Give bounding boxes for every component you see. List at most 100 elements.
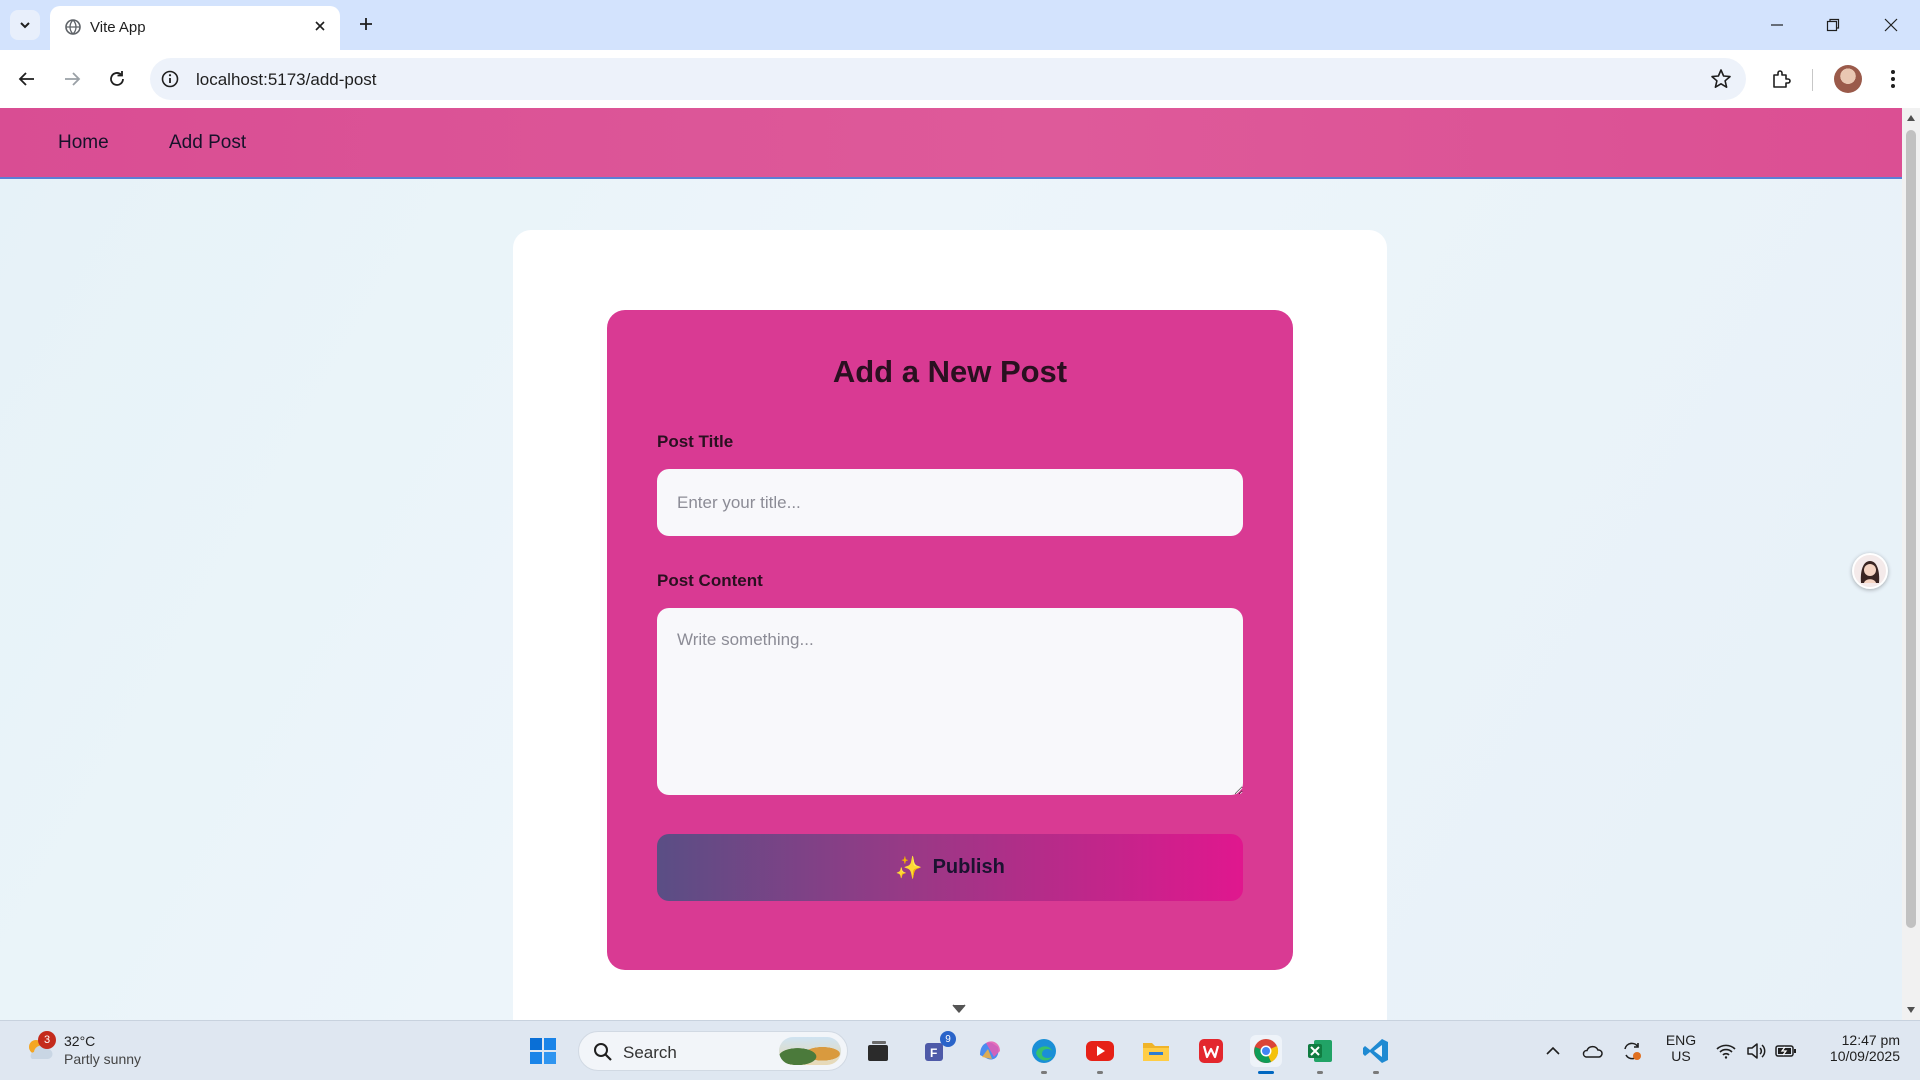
excel-icon bbox=[1308, 1040, 1332, 1062]
onedrive-button[interactable] bbox=[1580, 1039, 1604, 1063]
url-text[interactable]: localhost:5173/add-post bbox=[196, 70, 377, 90]
page-viewport: Home Add Post Add a New Post Post Title … bbox=[0, 108, 1902, 1020]
scroll-down-arrow-icon[interactable] bbox=[1905, 1004, 1917, 1016]
copilot-icon bbox=[980, 1041, 1000, 1060]
excel-app-button[interactable] bbox=[1304, 1035, 1336, 1074]
battery-charging-icon bbox=[1775, 1045, 1796, 1057]
browser-menu-button[interactable] bbox=[1878, 64, 1908, 94]
girl-avatar-icon bbox=[1860, 561, 1880, 583]
chrome-app-button[interactable] bbox=[1250, 1035, 1282, 1074]
close-icon bbox=[1884, 18, 1898, 32]
wifi-icon bbox=[1716, 1044, 1736, 1059]
bookmark-star-icon[interactable] bbox=[1710, 68, 1732, 95]
search-label: Search bbox=[623, 1043, 677, 1062]
post-title-label: Post Title bbox=[657, 432, 734, 451]
restore-button[interactable] bbox=[1818, 10, 1848, 40]
show-hidden-icons-button[interactable] bbox=[1541, 1039, 1565, 1063]
edge-icon bbox=[1032, 1039, 1056, 1063]
vscode-icon bbox=[1363, 1039, 1388, 1063]
tab-search-button[interactable] bbox=[10, 10, 40, 40]
taskbar-search[interactable]: Search bbox=[578, 1031, 848, 1071]
copilot-app-button[interactable] bbox=[974, 1035, 1006, 1067]
running-indicator bbox=[1317, 1071, 1323, 1074]
chevron-down-icon bbox=[20, 22, 30, 29]
edge-app-button[interactable] bbox=[1028, 1035, 1060, 1074]
profile-avatar[interactable] bbox=[1834, 65, 1862, 93]
scroll-up-arrow-icon[interactable] bbox=[1905, 112, 1917, 124]
plus-icon bbox=[360, 18, 372, 30]
publish-label: Publish bbox=[932, 856, 1005, 878]
file-explorer-button[interactable] bbox=[1140, 1035, 1172, 1067]
volume-button[interactable] bbox=[1744, 1039, 1768, 1063]
browser-toolbar: localhost:5173/add-post bbox=[0, 50, 1920, 108]
language-indicator[interactable]: ENG US bbox=[1664, 1032, 1698, 1064]
teams-notification-badge: 9 bbox=[940, 1031, 956, 1047]
arrow-right-icon bbox=[65, 72, 81, 86]
vscode-app-button[interactable] bbox=[1360, 1035, 1392, 1074]
clock-date: 10/09/2025 bbox=[1829, 1048, 1900, 1064]
teams-app-button[interactable]: F 9 bbox=[920, 1031, 956, 1067]
assistant-avatar[interactable] bbox=[1852, 553, 1888, 589]
sparkles-icon: ✨ bbox=[895, 854, 923, 880]
nav-link-add-post[interactable]: Add Post bbox=[169, 132, 246, 154]
add-post-form: Add a New Post Post Title Post Content ✨… bbox=[607, 310, 1293, 970]
globe-icon bbox=[64, 18, 82, 41]
youtube-app-button[interactable] bbox=[1084, 1035, 1116, 1074]
page-scrollbar[interactable] bbox=[1902, 108, 1920, 1020]
language-code: ENG bbox=[1665, 1032, 1697, 1048]
chevron-down-icon bbox=[952, 1004, 966, 1013]
arrow-left-icon bbox=[18, 72, 34, 86]
app-navbar: Home Add Post bbox=[0, 108, 1902, 179]
chevron-up-icon bbox=[1546, 1046, 1560, 1055]
search-icon bbox=[593, 1042, 613, 1067]
publish-button[interactable]: ✨ Publish bbox=[657, 834, 1243, 901]
toolbar-divider bbox=[1812, 69, 1813, 91]
sync-icon bbox=[1624, 1042, 1641, 1060]
post-content-textarea[interactable] bbox=[657, 608, 1243, 795]
more-vertical-icon bbox=[1891, 70, 1895, 88]
forward-button[interactable] bbox=[57, 64, 87, 94]
wps-icon bbox=[1199, 1039, 1223, 1063]
chrome-icon bbox=[1254, 1039, 1279, 1063]
form-title: Add a New Post bbox=[832, 354, 1068, 389]
folder-icon bbox=[1143, 1043, 1169, 1061]
weather-description: Partly sunny bbox=[64, 1051, 142, 1067]
task-view-icon bbox=[868, 1041, 888, 1061]
search-highlight-image bbox=[779, 1037, 841, 1065]
running-indicator bbox=[1097, 1071, 1103, 1074]
puzzle-icon bbox=[1773, 70, 1791, 88]
reload-button[interactable] bbox=[102, 64, 132, 94]
info-icon[interactable] bbox=[160, 69, 180, 94]
reload-icon bbox=[110, 71, 124, 86]
minimize-icon bbox=[1771, 24, 1783, 26]
wifi-button[interactable] bbox=[1714, 1039, 1738, 1063]
minimize-button[interactable] bbox=[1762, 10, 1792, 40]
battery-button[interactable] bbox=[1774, 1039, 1798, 1063]
weather-temperature: 32°C bbox=[64, 1033, 96, 1049]
close-tab-icon[interactable] bbox=[310, 16, 330, 36]
post-title-input[interactable] bbox=[657, 469, 1243, 536]
wps-office-button[interactable] bbox=[1195, 1035, 1227, 1067]
new-tab-button[interactable] bbox=[354, 12, 378, 36]
task-view-button[interactable] bbox=[862, 1035, 894, 1067]
scrollbar-thumb[interactable] bbox=[1906, 130, 1916, 928]
svg-text:F: F bbox=[930, 1046, 937, 1060]
speaker-icon bbox=[1747, 1043, 1766, 1059]
clock-time: 12:47 pm bbox=[1841, 1032, 1900, 1048]
weather-alert-badge: 3 bbox=[38, 1031, 56, 1049]
address-bar[interactable]: localhost:5173/add-post bbox=[150, 58, 1746, 100]
post-content-label: Post Content bbox=[657, 571, 763, 590]
back-button[interactable] bbox=[12, 64, 42, 94]
sync-button[interactable] bbox=[1620, 1039, 1644, 1063]
clock[interactable]: 12:47 pm 10/09/2025 bbox=[1814, 1032, 1900, 1064]
cloud-icon bbox=[1582, 1045, 1603, 1058]
nav-link-home[interactable]: Home bbox=[58, 132, 109, 154]
browser-tab-active[interactable]: Vite App bbox=[50, 6, 340, 50]
start-button[interactable] bbox=[527, 1035, 559, 1067]
close-window-button[interactable] bbox=[1876, 10, 1906, 40]
running-indicator bbox=[1041, 1071, 1047, 1074]
weather-widget[interactable]: 3 32°C Partly sunny bbox=[24, 1031, 174, 1071]
extensions-button[interactable] bbox=[1766, 64, 1796, 94]
browser-tab-bar: Vite App bbox=[0, 0, 1920, 50]
keyboard-region: US bbox=[1671, 1048, 1691, 1064]
